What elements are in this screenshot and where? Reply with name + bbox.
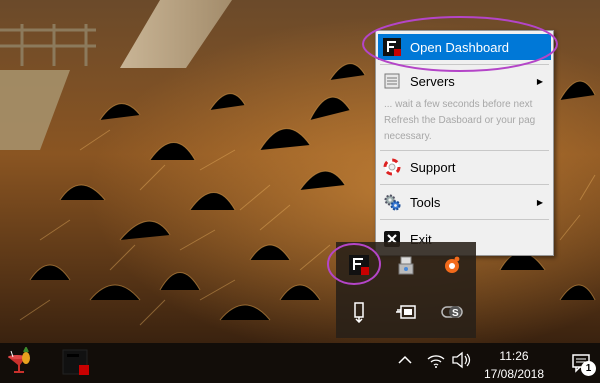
submenu-arrow-icon: ▶ [536,76,543,86]
submenu-arrow-icon: ▶ [536,197,543,207]
info-line: Refresh the Dasboard or your pag [384,115,536,126]
tray-overflow-panel: S [336,242,476,338]
menu-separator [380,150,549,151]
menu-item-label: Open Dashboard [410,39,510,55]
info-line: necessary. [384,131,432,142]
menu-separator [380,184,549,185]
taskbar-clock[interactable]: 11:26 17/08/2018 [479,347,549,383]
volume-icon[interactable] [450,349,472,371]
menu-separator [380,219,549,220]
lifebuoy-icon [382,157,402,177]
usb-drive-icon[interactable] [394,254,418,278]
menu-item-label: Servers [410,73,455,89]
chevron-up-icon[interactable] [396,350,414,370]
info-line: ... wait a few seconds before next [384,99,533,110]
clock-time: 11:26 [499,349,529,363]
tray-context-menu: Open Dashboard Servers ▶ ... wait a few … [375,30,554,256]
wifi-icon[interactable] [425,349,447,371]
menu-info-text: ... wait a few seconds before next Refre… [384,97,552,145]
pineapple-cocktail-icon[interactable] [4,347,34,377]
app-logo-icon [382,37,402,57]
menu-item-servers[interactable]: Servers ▶ [378,68,551,94]
gears-icon [382,192,402,212]
sync-icon[interactable]: S [440,300,464,324]
server-list-icon [382,71,402,91]
menu-item-tools[interactable]: Tools ▶ [378,189,551,215]
clock-date: 17/08/2018 [483,367,545,381]
removable-device-icon[interactable] [347,300,371,324]
menu-item-support[interactable]: Support [378,154,551,180]
menu-separator [380,64,549,65]
svg-text:S: S [452,308,459,319]
power-plug-icon[interactable] [394,300,418,324]
app-logo-icon[interactable] [58,346,94,380]
avast-icon[interactable] [440,253,464,277]
app-logo-icon[interactable] [347,253,371,277]
menu-item-label: Tools [410,194,441,210]
menu-item-label: Support [410,159,456,175]
menu-item-open-dashboard[interactable]: Open Dashboard [378,34,551,60]
notification-count-badge: 1 [581,361,596,376]
